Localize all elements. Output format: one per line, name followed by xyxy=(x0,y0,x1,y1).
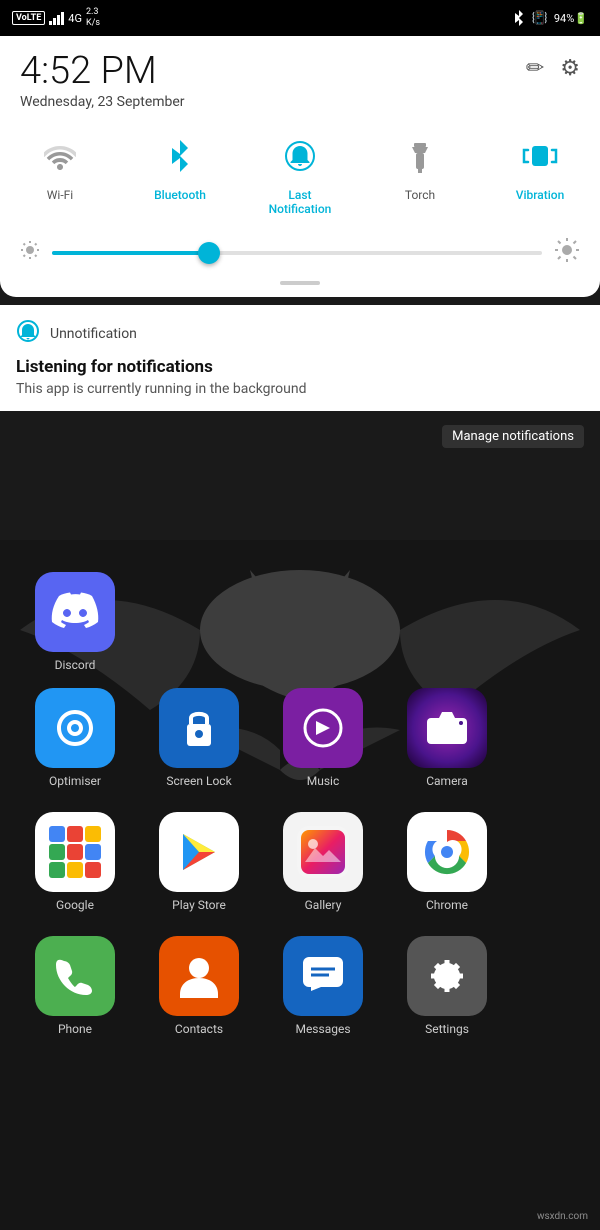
optimiser-label: Optimiser xyxy=(49,774,101,788)
qs-datetime: 4:52 PM Wednesday, 23 September xyxy=(20,52,185,110)
data-speed: 2.3 K/s xyxy=(86,7,100,29)
playstore-icon xyxy=(159,812,239,892)
phone-label: Phone xyxy=(58,1022,92,1036)
network-type: 4G xyxy=(68,12,82,25)
vibration-label: Vibration xyxy=(516,188,565,202)
settings-icon[interactable]: ⚙ xyxy=(560,56,580,81)
manage-notifications-button[interactable]: Manage notifications xyxy=(442,425,584,448)
torch-toggle-icon xyxy=(394,130,446,182)
notif-header: Unnotification xyxy=(16,319,584,349)
google-icon xyxy=(35,812,115,892)
app-playstore[interactable]: Play Store xyxy=(144,812,254,912)
app-gallery[interactable]: Gallery xyxy=(268,812,378,912)
quick-settings-panel: 4:52 PM Wednesday, 23 September ✏ ⚙ xyxy=(0,36,600,297)
toggle-torch[interactable]: Torch xyxy=(380,130,460,202)
music-label: Music xyxy=(307,774,339,788)
app-settings[interactable]: Settings xyxy=(392,936,502,1036)
lastnotification-toggle-icon xyxy=(274,130,326,182)
discord-icon xyxy=(35,572,115,652)
battery-icon: 94%🔋 xyxy=(554,12,588,25)
app-contacts[interactable]: Contacts xyxy=(144,936,254,1036)
settings-app-icon xyxy=(407,936,487,1016)
toggle-lastnotification[interactable]: Last Notification xyxy=(260,130,340,217)
manage-notifications-row: Manage notifications xyxy=(0,419,600,448)
app-music[interactable]: Music xyxy=(268,688,378,788)
optimiser-icon xyxy=(35,688,115,768)
google-label: Google xyxy=(56,898,94,912)
brightness-low-icon xyxy=(20,240,40,265)
toggle-bluetooth[interactable]: Bluetooth xyxy=(140,130,220,202)
brightness-fill xyxy=(52,251,209,255)
brightness-high-icon xyxy=(554,237,580,269)
app-google[interactable]: Google xyxy=(20,812,130,912)
app-phone[interactable]: Phone xyxy=(20,936,130,1036)
messages-label: Messages xyxy=(295,1022,350,1036)
notification-panel: 4:52 PM Wednesday, 23 September ✏ ⚙ xyxy=(0,36,600,448)
app-messages[interactable]: Messages xyxy=(268,936,378,1036)
contacts-icon xyxy=(159,936,239,1016)
music-icon xyxy=(283,688,363,768)
signal-bars xyxy=(49,12,64,25)
brightness-slider[interactable] xyxy=(52,251,542,255)
app-row-4: Phone Contacts Messages xyxy=(20,936,580,1036)
toggle-wifi[interactable]: Wi-Fi xyxy=(20,130,100,202)
quick-toggles-row: Wi-Fi Bluetooth xyxy=(20,130,580,217)
qs-date: Wednesday, 23 September xyxy=(20,94,185,110)
qs-drag-handle[interactable] xyxy=(280,281,320,285)
toggle-vibration[interactable]: Vibration xyxy=(500,130,580,202)
settings-app-label: Settings xyxy=(425,1022,469,1036)
vibration-toggle-icon xyxy=(514,130,566,182)
screenlock-label: Screen Lock xyxy=(166,774,231,788)
brightness-thumb[interactable] xyxy=(198,242,220,264)
phone-icon xyxy=(35,936,115,1016)
notif-description: This app is currently running in the bac… xyxy=(16,381,584,397)
vibration-status-icon: 📳 xyxy=(532,11,548,26)
app-grid: Discord Optimiser Screen Lock xyxy=(0,572,600,1060)
chrome-icon xyxy=(407,812,487,892)
contacts-label: Contacts xyxy=(175,1022,223,1036)
app-chrome[interactable]: Chrome xyxy=(392,812,502,912)
app-row-1: Discord xyxy=(20,572,580,672)
notification-card: Unnotification Listening for notificatio… xyxy=(0,305,600,411)
lastnotification-label: Last Notification xyxy=(269,188,332,217)
app-row-3: Google Play Store xyxy=(20,812,580,912)
messages-icon xyxy=(283,936,363,1016)
notif-app-icon xyxy=(16,319,40,349)
camera-icon xyxy=(407,688,487,768)
watermark: wsxdn.com xyxy=(537,1211,588,1222)
volte-badge: VoLTE xyxy=(12,11,45,25)
chrome-label: Chrome xyxy=(426,898,468,912)
status-bar: VoLTE 4G 2.3 K/s 📳 94%🔋 xyxy=(0,0,600,36)
app-camera[interactable]: Camera xyxy=(392,688,502,788)
discord-label: Discord xyxy=(55,658,96,672)
gallery-label: Gallery xyxy=(305,898,342,912)
bluetooth-toggle-icon xyxy=(154,130,206,182)
brightness-row xyxy=(20,237,580,269)
edit-icon[interactable]: ✏ xyxy=(526,56,544,81)
notif-app-name: Unnotification xyxy=(50,326,137,342)
app-optimiser[interactable]: Optimiser xyxy=(20,688,130,788)
app-discord[interactable]: Discord xyxy=(20,572,130,672)
status-bar-left: VoLTE 4G 2.3 K/s xyxy=(12,7,100,29)
qs-action-icons: ✏ ⚙ xyxy=(526,56,580,81)
bluetooth-label: Bluetooth xyxy=(154,188,206,202)
app-screenlock[interactable]: Screen Lock xyxy=(144,688,254,788)
camera-label: Camera xyxy=(426,774,468,788)
app-row-2: Optimiser Screen Lock Music xyxy=(20,688,580,788)
playstore-label: Play Store xyxy=(172,898,226,912)
status-bar-right: 📳 94%🔋 xyxy=(512,10,588,26)
bluetooth-status-icon xyxy=(512,10,526,26)
wifi-label: Wi-Fi xyxy=(47,188,73,202)
qs-time: 4:52 PM xyxy=(20,52,185,90)
wifi-toggle-icon xyxy=(34,130,86,182)
qs-header: 4:52 PM Wednesday, 23 September ✏ ⚙ xyxy=(20,52,580,110)
notif-title: Listening for notifications xyxy=(16,357,584,377)
torch-label: Torch xyxy=(405,188,435,202)
screenlock-icon xyxy=(159,688,239,768)
gallery-icon xyxy=(283,812,363,892)
